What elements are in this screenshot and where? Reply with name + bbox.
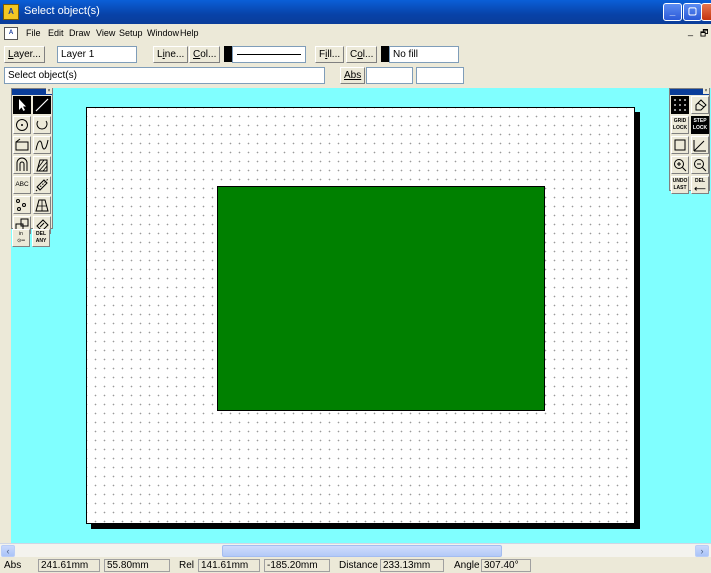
insert-symbol-icon: ⊙═ (17, 238, 25, 244)
snap-tool-icon[interactable] (691, 96, 709, 114)
status-abs-label: Abs (4, 560, 22, 571)
perspective-tool-icon[interactable] (33, 196, 51, 214)
grid-lock-label-bottom: LOCK (672, 125, 688, 131)
circle-tool-icon[interactable] (13, 116, 31, 134)
step-lock-toggle[interactable]: STEP LOCK (691, 116, 709, 134)
status-angle: 307.40° (481, 559, 531, 572)
document-icon[interactable]: A (4, 27, 18, 40)
green-rectangle-shape[interactable] (217, 186, 545, 411)
layer-button[interactable]: Layer... (4, 46, 45, 63)
scroll-right-icon[interactable]: › (695, 545, 709, 557)
hatch-tool-icon[interactable] (33, 156, 51, 174)
offset-tool-icon[interactable] (13, 156, 31, 174)
status-angle-label: Angle (454, 560, 480, 571)
maximize-button[interactable]: ▢ (683, 3, 702, 21)
menu-setup[interactable]: Setup (119, 28, 143, 38)
undo-label-top: UNDO (672, 178, 688, 184)
fill-button-label: Fill... (319, 49, 341, 60)
curve-tool-icon[interactable] (33, 136, 51, 154)
status-rel-label: Rel (179, 560, 195, 571)
abs-x-input[interactable] (366, 67, 413, 84)
step-lock-label-bottom: LOCK (692, 125, 708, 131)
fill-field[interactable]: No fill (389, 46, 459, 63)
abs-y-input[interactable] (416, 67, 464, 84)
step-lock-label-top: STEP (693, 118, 707, 124)
status-rel-y: -185.20mm (264, 559, 330, 572)
status-distance: 233.13mm (380, 559, 444, 572)
insert-tool-label: in (19, 231, 23, 237)
title-bar: A Select object(s) _ ▢ (0, 0, 711, 24)
scroll-thumb[interactable] (222, 545, 502, 557)
line-tool-icon[interactable] (33, 96, 51, 114)
abs-button-label: Abs (344, 70, 362, 81)
grid-lock-toggle[interactable]: GRID LOCK (671, 116, 689, 134)
rectangle-tool-icon[interactable] (13, 136, 31, 154)
fill-colour-swatch (381, 46, 389, 62)
app-icon[interactable]: A (3, 4, 19, 20)
delete-tool-label-top: DEL (36, 231, 46, 237)
line-style-field[interactable] (232, 46, 306, 63)
text-tool[interactable]: ABC (13, 176, 31, 194)
status-abs-y: 55.80mm (104, 559, 170, 572)
window-title: Select object(s) (24, 5, 100, 17)
right-tool-palette: × GRID LOCK STEP LOCK UNDO LAST DEL ⟵ (669, 88, 710, 194)
close-button[interactable] (701, 3, 711, 21)
abs-button[interactable]: Abs (340, 67, 366, 84)
grid-lock-label-top: GRID (673, 118, 687, 124)
right-palette-title-bar[interactable]: × (670, 88, 709, 95)
menu-help[interactable]: Help (180, 28, 199, 38)
menu-bar: A File Edit Draw View Setup Window Help … (0, 24, 711, 44)
status-abs-x: 241.61mm (38, 559, 100, 572)
layer-field[interactable]: Layer 1 (57, 46, 137, 63)
line-colour-swatch (224, 46, 232, 62)
zoom-out-icon[interactable] (691, 156, 709, 174)
delete-tool-label-bottom: ANY (35, 238, 47, 244)
zoom-in-icon[interactable] (671, 156, 689, 174)
status-rel-x: 141.61mm (198, 559, 260, 572)
point-tool-icon[interactable] (13, 196, 31, 214)
menu-window[interactable]: Window (147, 28, 179, 38)
dimension-tool-icon[interactable] (33, 176, 51, 194)
status-bar: Abs 241.61mm 55.80mm Rel 141.61mm -185.2… (0, 558, 711, 573)
line-colour-button[interactable]: Col... (189, 46, 221, 63)
frame-tool-icon[interactable] (671, 136, 689, 154)
left-tool-palette: × ABC (11, 88, 53, 234)
layer-button-label: Layer... (8, 49, 41, 60)
line-button-label: Line... (157, 49, 185, 60)
insert-symbol-tool[interactable]: in ⊙═ (12, 229, 30, 247)
document-restore-icon[interactable]: 🗗 (700, 26, 708, 42)
axis-tool-icon[interactable] (691, 136, 709, 154)
delete-any-tool[interactable]: DEL ANY (32, 229, 50, 247)
document-minimize-icon[interactable]: _ (688, 26, 693, 36)
scroll-left-icon[interactable]: ‹ (1, 545, 15, 557)
status-distance-label: Distance (339, 560, 378, 571)
left-arrow-icon: ⟵ (694, 184, 706, 193)
menu-draw[interactable]: Draw (69, 28, 90, 38)
menu-view[interactable]: View (96, 28, 115, 38)
fill-colour-button-label: Col... (350, 49, 374, 60)
delete-back-button[interactable]: DEL ⟵ (691, 176, 709, 194)
menu-file[interactable]: File (26, 28, 41, 38)
grid-display-icon[interactable] (671, 96, 689, 114)
fill-colour-button[interactable]: Col... (346, 46, 378, 63)
palette-title-bar[interactable]: × (12, 88, 52, 95)
select-tool-icon[interactable] (13, 96, 31, 114)
arc-tool-icon[interactable] (33, 116, 51, 134)
palette-close-icon[interactable]: × (46, 88, 52, 94)
text-tool-label: ABC (15, 181, 29, 188)
line-colour-button-label: Col... (193, 49, 217, 60)
undo-last-button[interactable]: UNDO LAST (671, 176, 689, 194)
line-button[interactable]: Line... (153, 46, 189, 63)
right-palette-close-icon[interactable]: × (703, 88, 709, 94)
fill-button[interactable]: Fill... (315, 46, 345, 63)
menu-edit[interactable]: Edit (48, 28, 64, 38)
line-style-preview (237, 54, 301, 55)
prompt-field: Select object(s) (4, 67, 325, 84)
undo-label-bottom: LAST (673, 185, 687, 191)
horizontal-scrollbar[interactable]: ‹ › (0, 543, 711, 557)
minimize-button[interactable]: _ (663, 3, 682, 21)
